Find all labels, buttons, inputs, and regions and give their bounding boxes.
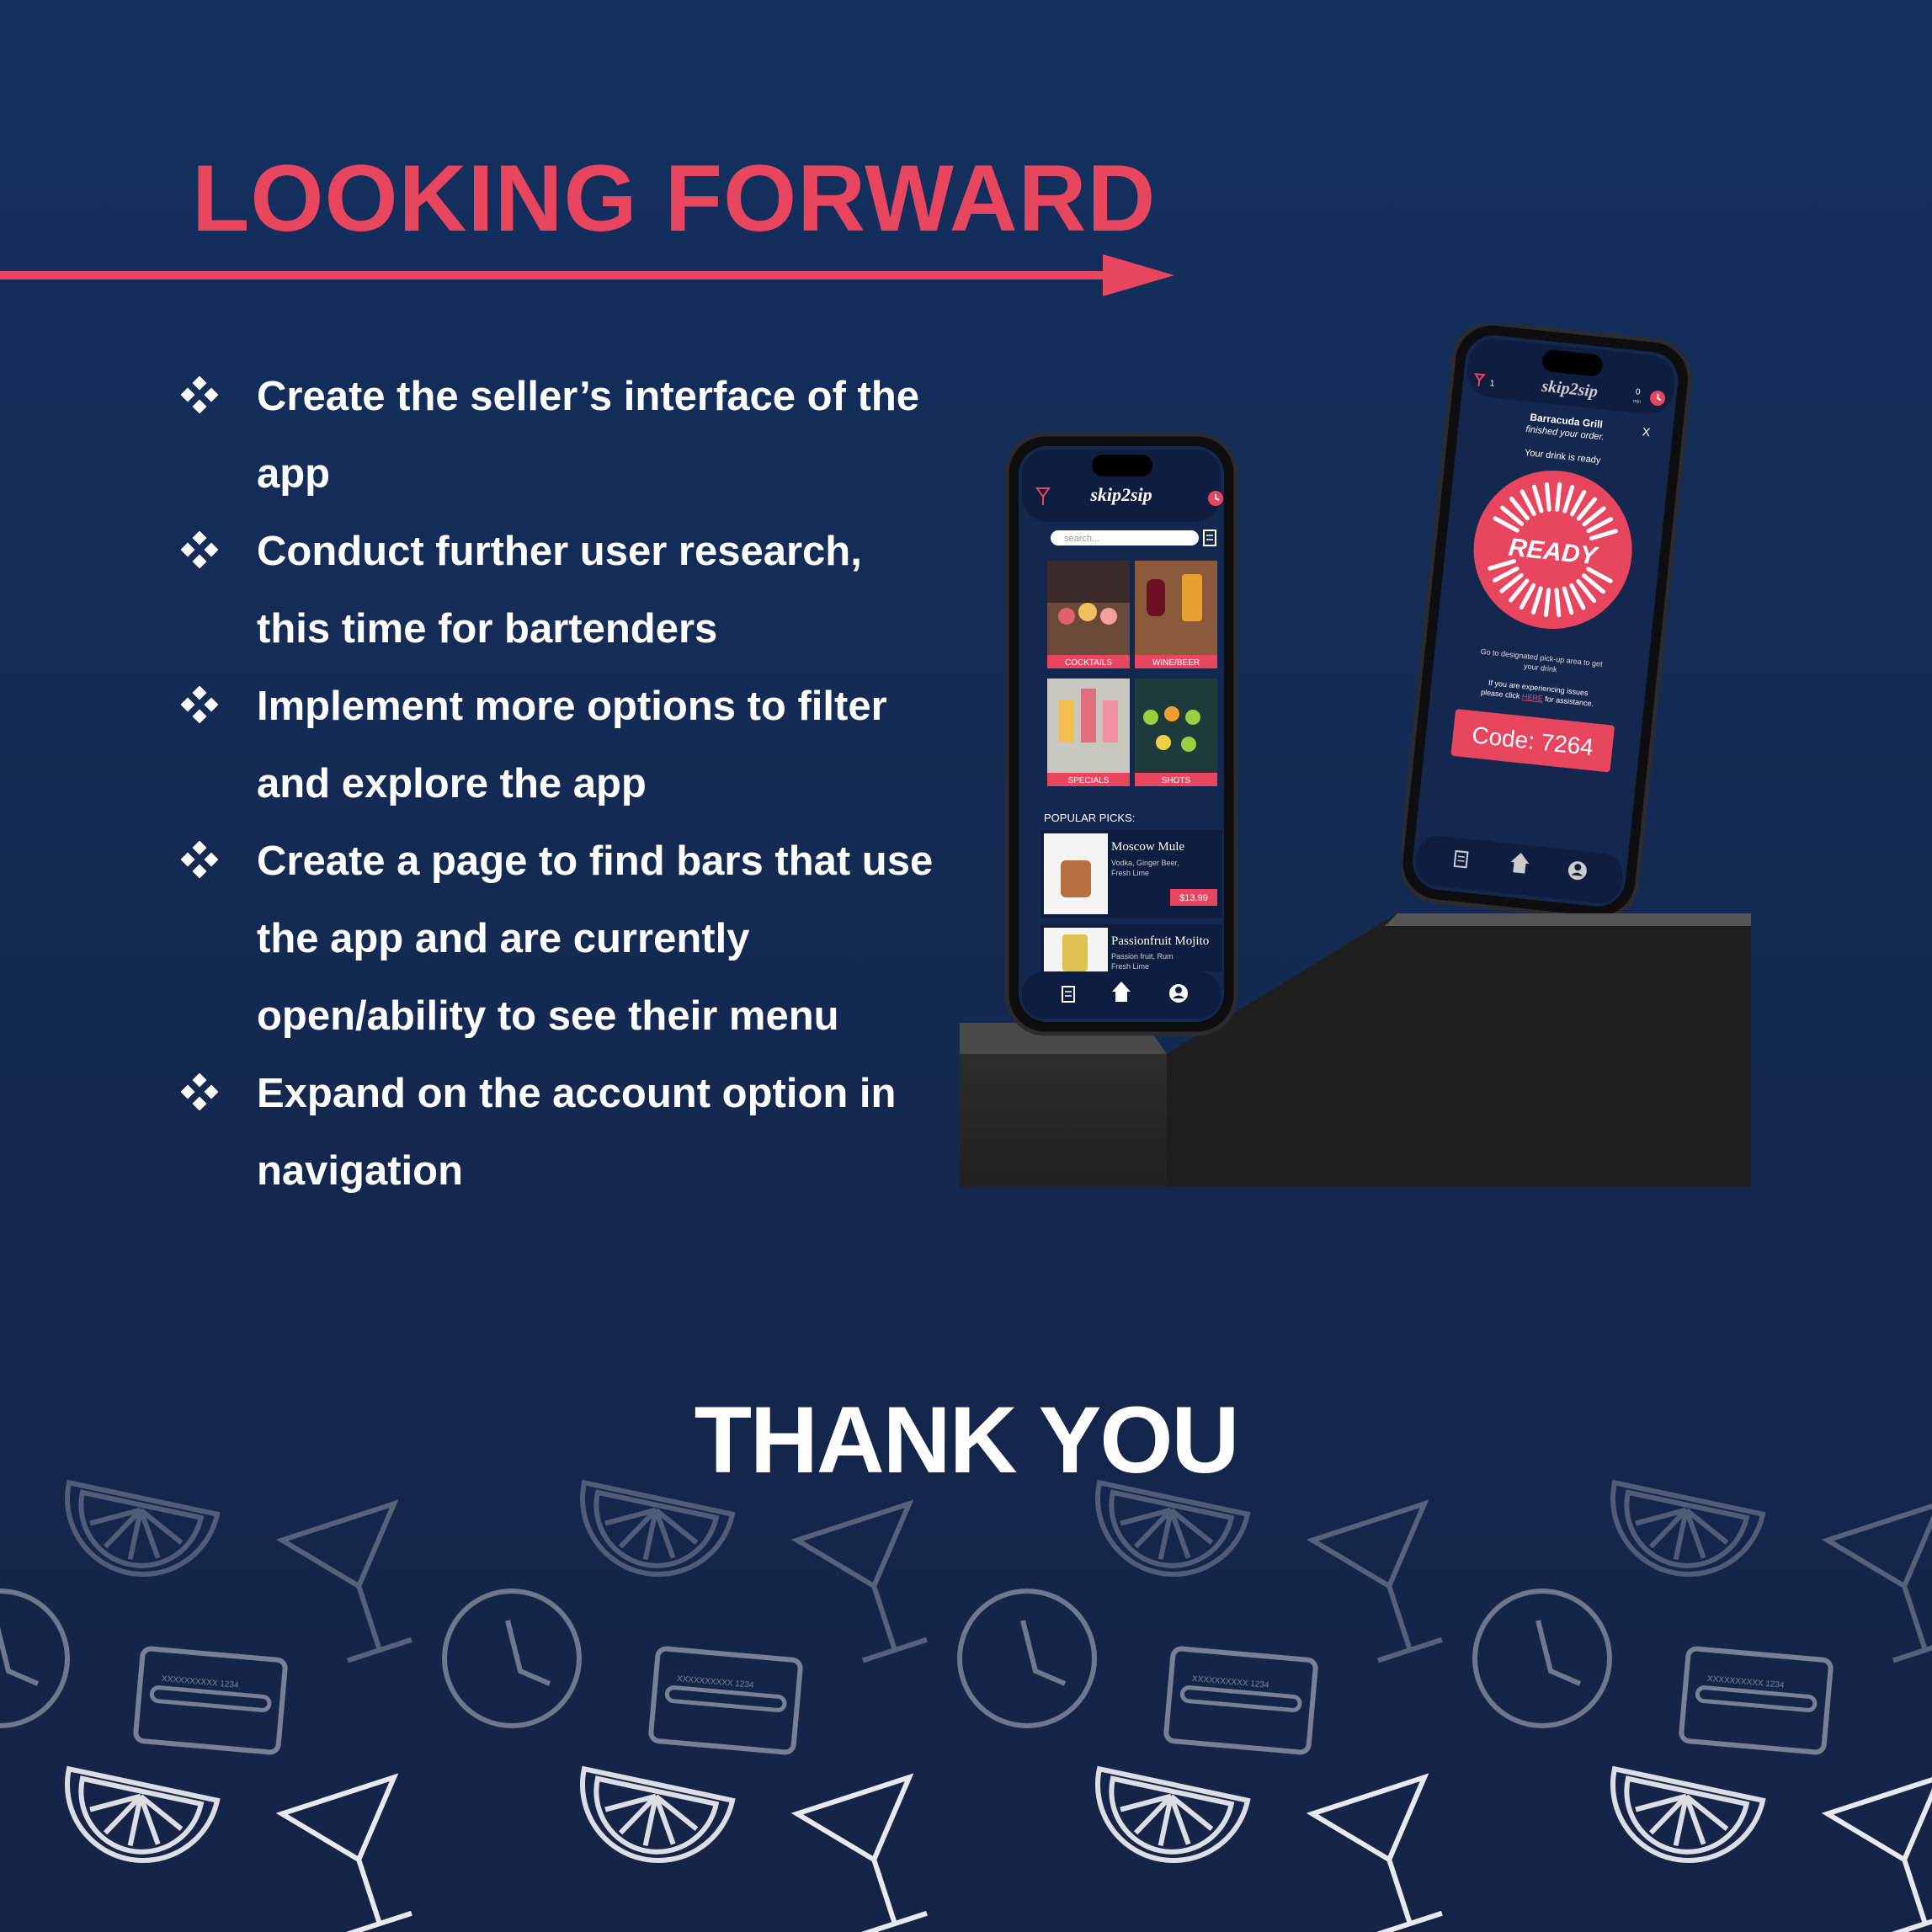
- page-title: LOOKING FORWARD: [192, 146, 1157, 251]
- popular-picks-heading: POPULAR PICKS:: [1044, 812, 1135, 824]
- martini-icon: [1306, 1499, 1443, 1663]
- lime-icon: [1095, 1765, 1251, 1863]
- timer-unit: min: [1632, 399, 1641, 405]
- phone-mockup-menu: skip2sip search... COCKTAILS WINE/BEER S…: [1004, 432, 1238, 1036]
- martini-icon: [1821, 1499, 1932, 1663]
- svg-text:Moscow Mule: Moscow Mule: [1111, 840, 1184, 854]
- bullet-text: Create a page to find bars that use the …: [257, 838, 934, 1039]
- decorative-pattern: XXXXXXXXXX 1234 XXXXXXXXXX 1234 XXXXXXXXXX…: [0, 1479, 1932, 1932]
- credit-card-icon: XXXXXXXXXX 1234: [1679, 1646, 1834, 1755]
- category-tile-shots[interactable]: SHOTS: [1135, 679, 1217, 786]
- roadmap-list: Create the seller’s interface of the app…: [181, 358, 939, 1210]
- diamond-bullet-icon: [181, 531, 218, 568]
- clock-icon: [1472, 1589, 1612, 1728]
- credit-card-icon: XXXXXXXXXX 1234: [1163, 1646, 1318, 1755]
- category-tile-cocktails[interactable]: COCKTAILS: [1047, 561, 1130, 668]
- martini-icon: [1821, 1773, 1932, 1932]
- martini-icon: [790, 1773, 928, 1932]
- lime-icon: [1610, 1765, 1766, 1863]
- category-tile-specials[interactable]: SPECIALS: [1047, 679, 1130, 786]
- bullet-text: Conduct further user research, this time…: [257, 529, 862, 652]
- bullet-text: Create the seller’s interface of the app: [257, 374, 920, 497]
- lime-icon: [580, 1765, 736, 1863]
- svg-text:Passionfruit Mojito: Passionfruit Mojito: [1111, 934, 1209, 948]
- list-item: Implement more options to filter and exp…: [181, 668, 939, 822]
- menu-item-card[interactable]: Moscow Mule Vodka, Ginger Beer, Fresh Li…: [1041, 830, 1222, 918]
- app-logo: skip2sip: [1089, 484, 1152, 505]
- svg-text:Fresh Lime: Fresh Lime: [1111, 869, 1149, 877]
- martini-icon: [275, 1773, 412, 1932]
- list-item: Create a page to find bars that use the …: [181, 822, 939, 1055]
- clock-icon: [957, 1589, 1097, 1728]
- list-item: Create the seller’s interface of the app: [181, 358, 939, 513]
- martini-icon: [1306, 1773, 1443, 1932]
- svg-text:SPECIALS: SPECIALS: [1068, 776, 1110, 785]
- bullet-text: Implement more options to filter and exp…: [257, 684, 887, 806]
- martini-icon: [275, 1499, 412, 1663]
- svg-text:Passion fruit, Rum: Passion fruit, Rum: [1111, 952, 1174, 961]
- svg-text:Vodka, Ginger Beer,: Vodka, Ginger Beer,: [1111, 859, 1179, 867]
- phone-mockup-order-ready: skip2sip 1 0 min Barracuda Grill finishe…: [1402, 324, 1692, 913]
- category-tile-wine-beer[interactable]: WINE/BEER: [1135, 561, 1217, 668]
- diamond-bullet-icon: [181, 1073, 218, 1110]
- arrow-divider: [0, 254, 1174, 296]
- martini-icon: [790, 1499, 928, 1663]
- diamond-bullet-icon: [181, 686, 218, 723]
- bullet-text: Expand on the account option in navigati…: [257, 1071, 897, 1194]
- lime-icon: [65, 1765, 221, 1863]
- lime-icon: [65, 1479, 221, 1577]
- account-nav-icon[interactable]: [1169, 984, 1188, 1003]
- credit-card-icon: XXXXXXXXXX 1234: [648, 1646, 803, 1755]
- diamond-bullet-icon: [181, 841, 218, 878]
- search-placeholder: search...: [1064, 534, 1099, 544]
- svg-text:Fresh Lime: Fresh Lime: [1111, 962, 1149, 971]
- svg-text:$13.99: $13.99: [1179, 893, 1208, 903]
- menu-item-card[interactable]: Passionfruit Mojito Passion fruit, Rum F…: [1041, 924, 1222, 971]
- clock-icon: [442, 1589, 582, 1728]
- svg-text:COCKTAILS: COCKTAILS: [1065, 658, 1112, 668]
- svg-text:SHOTS: SHOTS: [1162, 776, 1191, 785]
- lime-icon: [1095, 1479, 1251, 1577]
- lime-icon: [1610, 1479, 1766, 1577]
- diamond-bullet-icon: [181, 376, 218, 413]
- credit-card-icon: XXXXXXXXXX 1234: [133, 1646, 288, 1755]
- svg-text:WINE/BEER: WINE/BEER: [1152, 658, 1200, 668]
- list-item: Expand on the account option in navigati…: [181, 1055, 939, 1210]
- lime-icon: [580, 1479, 736, 1577]
- clock-icon[interactable]: [1208, 491, 1223, 506]
- list-item: Conduct further user research, this time…: [181, 513, 939, 668]
